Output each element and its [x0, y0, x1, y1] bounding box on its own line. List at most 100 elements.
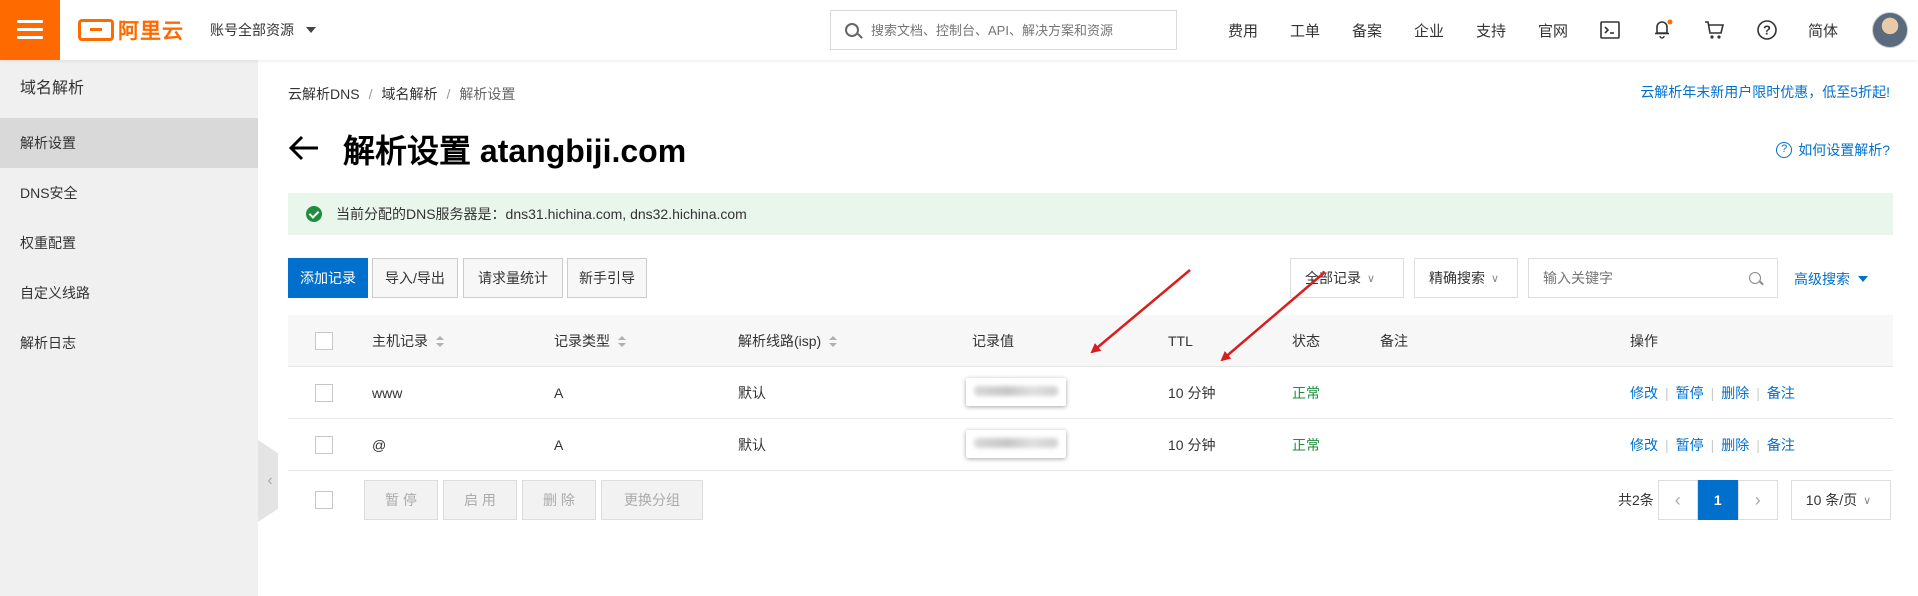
terminal-icon[interactable]: [1600, 21, 1620, 39]
pagination: 共2条 ‹ 1 › 10 条/页 ∨: [1618, 480, 1891, 520]
caret-down-icon: [1858, 276, 1868, 282]
back-arrow-icon[interactable]: [288, 132, 320, 164]
sidebar-item-weight-config[interactable]: 权重配置: [0, 218, 258, 268]
search-icon[interactable]: [1749, 272, 1761, 284]
nav-link-support[interactable]: 支持: [1476, 20, 1506, 41]
search-mode-value: 精确搜索: [1429, 270, 1485, 286]
column-header-status: 状态: [1292, 333, 1320, 349]
keyword-search-box: [1528, 258, 1778, 298]
delete-link[interactable]: 删除: [1721, 437, 1749, 453]
sort-icon[interactable]: [829, 336, 838, 348]
status-cell: 正常: [1292, 437, 1320, 453]
sidebar-collapse-handle[interactable]: ‹: [258, 440, 278, 522]
top-navigation-bar: 阿里云 账号全部资源 费用 工单 备案 企业 支持 官网 ? 简体: [0, 0, 1918, 60]
bulk-change-group-button[interactable]: 更换分组: [601, 480, 703, 520]
promo-link[interactable]: 云解析年末新用户限时优惠，低至5折起!: [1640, 82, 1890, 102]
global-search-input[interactable]: [871, 22, 1161, 38]
table-row: www A 默认 10 分钟 正常 修改 | 暂停 | 删除 | 备注: [288, 367, 1893, 419]
user-avatar[interactable]: [1872, 12, 1908, 48]
nav-link-icp[interactable]: 备案: [1352, 20, 1382, 41]
column-header-type[interactable]: 记录类型: [554, 315, 626, 367]
bulk-enable-button[interactable]: 启 用: [443, 480, 517, 520]
bulk-actions-bar: 暂 停 启 用 删 除 更换分组 共2条 ‹ 1 › 10 条/页 ∨: [288, 480, 1893, 520]
record-filter-select[interactable]: 全部记录 ∨: [1290, 258, 1404, 298]
table-header-row: 主机记录 记录类型 解析线路(isp) 记录值 TTL 状态 备注 操作: [288, 315, 1893, 367]
aliyun-logo[interactable]: 阿里云: [78, 17, 184, 43]
dns-server-notice: 当前分配的DNS服务器是：dns31.hichina.com, dns32.hi…: [288, 193, 1893, 235]
nav-link-billing[interactable]: 费用: [1228, 20, 1258, 41]
chevron-down-icon: ∨: [1491, 272, 1500, 285]
delete-link[interactable]: 删除: [1721, 385, 1749, 401]
chevron-down-icon: ∨: [1863, 494, 1872, 507]
request-stats-button[interactable]: 请求量统计: [463, 258, 563, 298]
select-all-checkbox[interactable]: [315, 332, 333, 350]
language-switch[interactable]: 简体: [1808, 20, 1838, 41]
hamburger-menu-button[interactable]: [0, 0, 60, 60]
line-cell: 默认: [738, 385, 766, 401]
host-cell: www: [372, 385, 403, 401]
column-header-remark: 备注: [1380, 333, 1408, 349]
edit-link[interactable]: 修改: [1630, 437, 1658, 453]
svg-text:?: ?: [1763, 23, 1771, 38]
sort-icon[interactable]: [618, 336, 626, 348]
import-export-button[interactable]: 导入/导出: [372, 258, 458, 298]
account-resource-selector[interactable]: 账号全部资源: [210, 20, 316, 40]
keyword-input[interactable]: [1543, 270, 1743, 286]
cart-icon[interactable]: [1704, 20, 1726, 40]
sidebar-item-label: 自定义线路: [20, 285, 90, 301]
add-record-button[interactable]: 添加记录: [288, 258, 368, 298]
bulk-delete-button[interactable]: 删 除: [522, 480, 596, 520]
edit-link[interactable]: 修改: [1630, 385, 1658, 401]
sort-icon[interactable]: [436, 336, 444, 348]
total-count: 共2条: [1618, 492, 1654, 508]
prev-page-button[interactable]: ‹: [1657, 480, 1698, 520]
remark-link[interactable]: 备注: [1767, 437, 1795, 453]
column-header-line[interactable]: 解析线路(isp): [738, 315, 838, 367]
check-circle-icon: [306, 206, 322, 222]
next-page-button[interactable]: ›: [1737, 480, 1778, 520]
pause-link[interactable]: 暂停: [1676, 437, 1704, 453]
row-checkbox[interactable]: [315, 436, 333, 454]
breadcrumb-item-current: 解析设置: [459, 86, 516, 102]
caret-down-icon: [306, 27, 316, 33]
row-actions: 修改 | 暂停 | 删除 | 备注: [1630, 437, 1795, 453]
record-value-redacted: [966, 430, 1066, 458]
nav-link-enterprise[interactable]: 企业: [1414, 20, 1444, 41]
sidebar-item-custom-lines[interactable]: 自定义线路: [0, 268, 258, 318]
aliyun-logo-icon: [78, 19, 114, 41]
record-value-redacted: [966, 378, 1066, 406]
ttl-cell: 10 分钟: [1168, 437, 1216, 453]
sidebar-item-dns-security[interactable]: DNS安全: [0, 168, 258, 218]
breadcrumb-item-domain-resolution[interactable]: 域名解析: [381, 86, 437, 102]
help-how-to-resolve-link[interactable]: ? 如何设置解析?: [1776, 140, 1890, 160]
pause-link[interactable]: 暂停: [1676, 385, 1704, 401]
page-number-button[interactable]: 1: [1697, 480, 1738, 520]
remark-link[interactable]: 备注: [1767, 385, 1795, 401]
page-title: 解析设置 atangbiji.com: [343, 133, 687, 169]
ttl-cell: 10 分钟: [1168, 385, 1216, 401]
sidebar-item-resolution-settings[interactable]: 解析设置: [0, 118, 258, 168]
advanced-search-toggle[interactable]: 高级搜索: [1794, 269, 1868, 289]
nav-link-tickets[interactable]: 工单: [1290, 20, 1320, 41]
help-link-label: 如何设置解析?: [1798, 142, 1890, 158]
chevron-right-icon: ›: [1754, 489, 1761, 510]
column-header-value: 记录值: [972, 333, 1014, 349]
chevron-left-icon: ‹: [1674, 489, 1681, 510]
help-icon[interactable]: ?: [1756, 19, 1778, 41]
search-icon: [845, 23, 859, 37]
row-checkbox[interactable]: [315, 384, 333, 402]
advanced-search-label: 高级搜索: [1794, 271, 1850, 287]
global-search-box[interactable]: [830, 10, 1177, 50]
search-mode-select[interactable]: 精确搜索 ∨: [1414, 258, 1518, 298]
bulk-select-checkbox[interactable]: [315, 491, 333, 509]
column-header-host[interactable]: 主机记录: [372, 315, 444, 367]
page-size-select[interactable]: 10 条/页 ∨: [1790, 480, 1891, 520]
column-header-actions: 操作: [1630, 333, 1658, 349]
sidebar-item-resolution-logs[interactable]: 解析日志: [0, 318, 258, 368]
record-filter-value: 全部记录: [1305, 270, 1361, 286]
breadcrumb-item-cloud-dns[interactable]: 云解析DNS: [288, 86, 360, 102]
bell-icon[interactable]: [1652, 18, 1674, 40]
nav-link-website[interactable]: 官网: [1538, 20, 1568, 41]
bulk-pause-button[interactable]: 暂 停: [364, 480, 438, 520]
guide-button[interactable]: 新手引导: [567, 258, 647, 298]
